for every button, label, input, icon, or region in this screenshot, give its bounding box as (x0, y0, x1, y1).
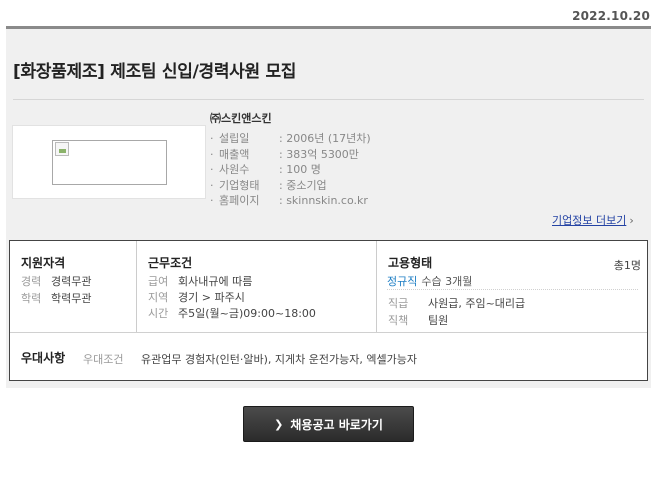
row-value: 회사내규에 따름 (178, 275, 253, 288)
position-level-row: 직급 사원급, 주임~대리급 (388, 295, 525, 311)
info-label: 매출액 (219, 147, 250, 161)
preference-label: 우대조건 (83, 353, 124, 366)
broken-image-icon (55, 142, 69, 156)
posting-date: 2022.10.20 (572, 9, 650, 23)
salary-row: 급여 회사내규에 따름 (148, 273, 252, 289)
preference-value: 유관업무 경험자(인턴·알바), 지게차 운전가능자, 엑셀가능자 (141, 353, 417, 366)
row-divider (10, 332, 647, 333)
company-info-row: · 설립일 : 2006년 (17년차) (210, 131, 371, 147)
hours-row: 시간 주5일(월~금)09:00~18:00 (148, 305, 316, 321)
company-name: ㈜스킨앤스킨 (210, 112, 272, 125)
info-value: : 중소기업 (279, 178, 327, 192)
company-info-row: · 홈페이지 : skinnskin.co.kr (210, 193, 371, 209)
position-title-row: 직책 팀원 (388, 312, 448, 328)
bullet-icon: · (210, 178, 214, 192)
company-logo-image (52, 140, 167, 185)
work-heading: 근무조건 (148, 256, 193, 270)
company-info-row: · 기업형태 : 중소기업 (210, 178, 371, 194)
row-label: 급여 (148, 275, 169, 288)
row-label: 경력 (21, 275, 42, 288)
apply-button-label: 채용공고 바로가기 (290, 417, 383, 432)
bullet-icon: · (210, 194, 214, 208)
row-label: 직급 (388, 297, 409, 310)
bullet-icon: · (210, 132, 214, 145)
homepage-value: : skinnskin.co.kr (279, 194, 368, 208)
row-label: 시간 (148, 307, 169, 320)
company-info-row: · 사원수 : 100 명 (210, 162, 371, 178)
employment-type: 정규직 수습 3개월 (387, 273, 472, 289)
employment-type-value: 정규직 (387, 275, 418, 288)
row-value: 경력무관 (51, 275, 92, 288)
employment-column: 고용형태 총1명 정규직 수습 3개월 직급 사원급, 주임~대리급 직책 팀원 (376, 241, 647, 332)
company-info-more-link[interactable]: 기업정보 더보기 › (552, 212, 634, 228)
info-value: : 100 명 (279, 163, 321, 177)
employment-heading: 고용형태 (388, 256, 433, 270)
row-label: 직책 (388, 314, 409, 327)
posting-title: [화장품제조] 제조팀 신입/경력사원 모집 (13, 62, 297, 82)
bullet-icon: · (210, 163, 214, 177)
row-value: 팀원 (428, 314, 449, 327)
work-conditions-column: 근무조건 급여 회사내규에 따름 지역 경기 > 파주시 시간 주5일(월~금)09:… (136, 241, 376, 332)
row-label: 지역 (148, 291, 169, 304)
row-label: 학력 (21, 292, 42, 305)
qualification-heading: 지원자격 (21, 256, 66, 270)
job-posting-panel: [화장품제조] 제조팀 신입/경력사원 모집 ㈜스킨앤스킨 · 설립일 : 20… (6, 29, 651, 388)
apply-button[interactable]: ❯ 채용공고 바로가기 (243, 406, 414, 442)
preference-heading: 우대사항 (21, 351, 66, 365)
row-value: 학력무관 (51, 292, 92, 305)
info-label: 기업형태 (219, 178, 260, 192)
headcount: 총1명 (613, 259, 641, 272)
company-info-row: · 매출액 : 383억 5300만 (210, 147, 371, 163)
row-value: 경기 > 파주시 (178, 291, 245, 304)
title-divider (13, 99, 644, 100)
row-value: 주5일(월~금)09:00~18:00 (178, 307, 316, 320)
company-logo-box (12, 125, 206, 199)
more-link-label: 기업정보 더보기 (552, 214, 627, 227)
info-label: 사원수 (219, 163, 250, 177)
company-info-list: · 설립일 : 2006년 (17년차) · 매출액 : 383억 5300만 … (210, 131, 371, 209)
conditions-table: 지원자격 경력 경력무관 학력 학력무관 근무조건 급여 회사내규에 따름 지역 경기 … (9, 240, 648, 381)
chevron-right-icon: › (629, 214, 634, 227)
info-value: : 383억 5300만 (279, 147, 359, 161)
info-value: : 2006년 (17년차) (279, 132, 371, 145)
row-value: 사원급, 주임~대리급 (428, 297, 526, 310)
chevron-right-icon: ❯ (274, 417, 284, 431)
bullet-icon: · (210, 147, 214, 161)
probation-period: 수습 3개월 (421, 275, 473, 288)
location-row: 지역 경기 > 파주시 (148, 289, 245, 305)
experience-row: 경력 경력무관 (21, 273, 91, 289)
dotted-divider (387, 289, 638, 290)
info-label: 홈페이지 (219, 194, 260, 208)
education-row: 학력 학력무관 (21, 290, 91, 306)
info-label: 설립일 (219, 132, 250, 145)
qualification-column: 지원자격 경력 경력무관 학력 학력무관 (10, 241, 136, 332)
